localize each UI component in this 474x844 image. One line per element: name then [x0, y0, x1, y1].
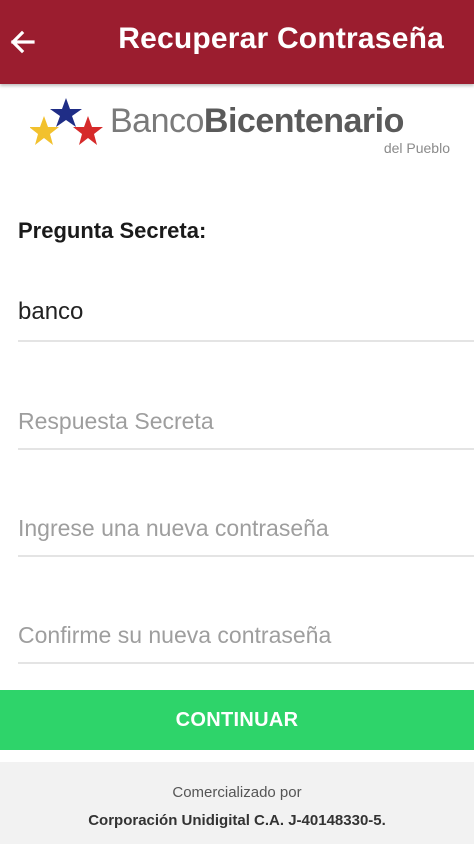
- logo-subtitle: del Pueblo: [383, 140, 450, 156]
- bank-logo: BancoBicentenario del Pueblo: [30, 96, 450, 158]
- new-password-input[interactable]: [18, 505, 458, 551]
- blue-star-icon: [50, 98, 82, 127]
- red-star-icon: [73, 116, 103, 145]
- arrow-left-icon: [10, 30, 35, 54]
- secret-question-value: banco: [18, 298, 84, 325]
- logo-word-bicentenario: Bicentenario: [203, 102, 404, 140]
- secret-question-label: Pregunta Secreta:: [18, 218, 207, 243]
- page-title: Recuperar Contraseña: [118, 22, 444, 55]
- footer-company: Corporación Unidigital C.A. J-40148330-5…: [88, 812, 386, 829]
- continue-button[interactable]: CONTINUAR: [0, 690, 474, 750]
- back-button[interactable]: [0, 14, 44, 70]
- footer-marketed-by: Comercializado por: [172, 784, 302, 801]
- new-password-field[interactable]: [18, 505, 474, 557]
- stars-icon: [30, 98, 103, 145]
- secret-answer-input[interactable]: [18, 398, 458, 444]
- app-bar: Recuperar Contraseña: [0, 0, 474, 84]
- footer: Comercializado por Corporación Unidigita…: [0, 762, 474, 844]
- secret-answer-field[interactable]: [18, 398, 474, 450]
- secret-question-field: banco: [18, 290, 474, 342]
- confirm-password-field[interactable]: [18, 612, 474, 664]
- yellow-star-icon: [30, 116, 59, 145]
- logo-wordmark: BancoBicentenario: [110, 102, 404, 141]
- confirm-password-input[interactable]: [18, 612, 458, 658]
- logo-word-banco: Banco: [110, 102, 204, 140]
